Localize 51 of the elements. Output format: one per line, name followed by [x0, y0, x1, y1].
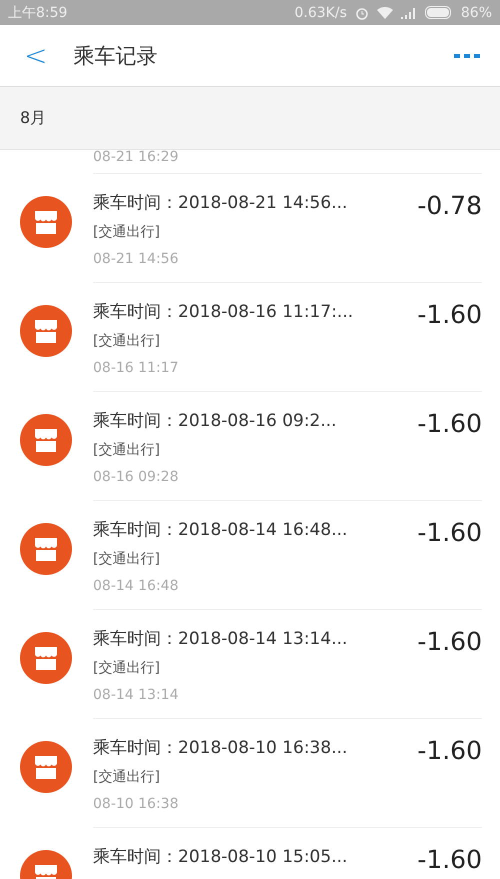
- record-time: 08-21 16:29: [93, 150, 178, 164]
- store-icon: [20, 741, 72, 793]
- record-row[interactable]: 乘车时间：2018-08-16 11:17:... [交通出行] 08-16 11:17 -1.60: [0, 283, 500, 392]
- record-title: 乘车时间：2018-08-10 15:05...: [93, 846, 348, 869]
- record-amount: -1.60: [417, 844, 482, 876]
- status-time: 上午8:59: [8, 4, 68, 22]
- record-time: 08-21 14:56: [93, 250, 178, 269]
- record-amount: -0.78: [417, 190, 482, 222]
- record-time: 08-16 11:17: [93, 359, 178, 378]
- record-title: 乘车时间：2018-08-10 16:38...: [93, 737, 348, 760]
- record-title: 乘车时间：2018-08-16 11:17:...: [93, 301, 354, 324]
- record-row[interactable]: 乘车时间：2018-08-21 14:56... [交通出行] 08-21 14:56 -0.78: [0, 174, 500, 283]
- record-title: 乘车时间：2018-08-14 16:48...: [93, 519, 348, 542]
- record-title: 乘车时间：2018-08-14 13:14...: [93, 628, 348, 651]
- record-time: 08-16 09:28: [93, 468, 178, 487]
- record-row[interactable]: 乘车时间：2018-08-10 16:38... [交通出行] 08-10 16:38 -1.60: [0, 719, 500, 828]
- network-speed: 0.63K/s: [294, 4, 347, 20]
- record-amount: -1.60: [417, 626, 482, 658]
- back-button[interactable]: <: [20, 39, 52, 72]
- record-time: 08-10 16:38: [93, 795, 178, 814]
- store-icon: [20, 632, 72, 684]
- record-category: [交通出行]: [93, 550, 160, 569]
- store-icon: [20, 523, 72, 575]
- record-row[interactable]: 乘车时间：2018-08-10 15:05... -1.60: [0, 828, 500, 879]
- alarm-icon: [354, 6, 369, 20]
- more-icon[interactable]: [454, 52, 480, 58]
- record-category: [交通出行]: [93, 441, 160, 460]
- record-category: [交通出行]: [93, 332, 160, 351]
- page-title: 乘车记录: [73, 42, 158, 70]
- signal-icon: [400, 6, 417, 18]
- record-category: [交通出行]: [93, 659, 160, 678]
- record-row[interactable]: 乘车时间：2018-08-14 16:48... [交通出行] 08-14 16:48 -1.60: [0, 501, 500, 610]
- record-amount: -1.60: [417, 517, 482, 549]
- record-title: 乘车时间：2018-08-21 14:56...: [93, 192, 348, 215]
- wifi-icon: [376, 6, 393, 19]
- battery-level: 86%: [460, 4, 492, 20]
- store-icon: [20, 305, 72, 357]
- record-category: [交通出行]: [93, 768, 160, 787]
- record-title: 乘车时间：2018-08-16 09:2...: [93, 410, 337, 433]
- store-icon: [20, 196, 72, 248]
- record-category: [交通出行]: [93, 223, 160, 242]
- record-row[interactable]: 乘车时间：2018-08-16 09:2... [交通出行] 08-16 09:28 -1.60: [0, 392, 500, 501]
- record-amount: -1.60: [417, 299, 482, 331]
- month-label: 8月: [20, 108, 46, 128]
- battery-icon: [424, 6, 453, 19]
- record-amount: -1.60: [417, 735, 482, 767]
- record-row[interactable]: 乘车时间：2018-08-14 13:14... [交通出行] 08-14 13:14 -1.60: [0, 610, 500, 719]
- record-time: 08-14 16:48: [93, 577, 178, 596]
- store-icon: [20, 414, 72, 466]
- record-amount: -1.60: [417, 408, 482, 440]
- record-time: 08-14 13:14: [93, 686, 178, 705]
